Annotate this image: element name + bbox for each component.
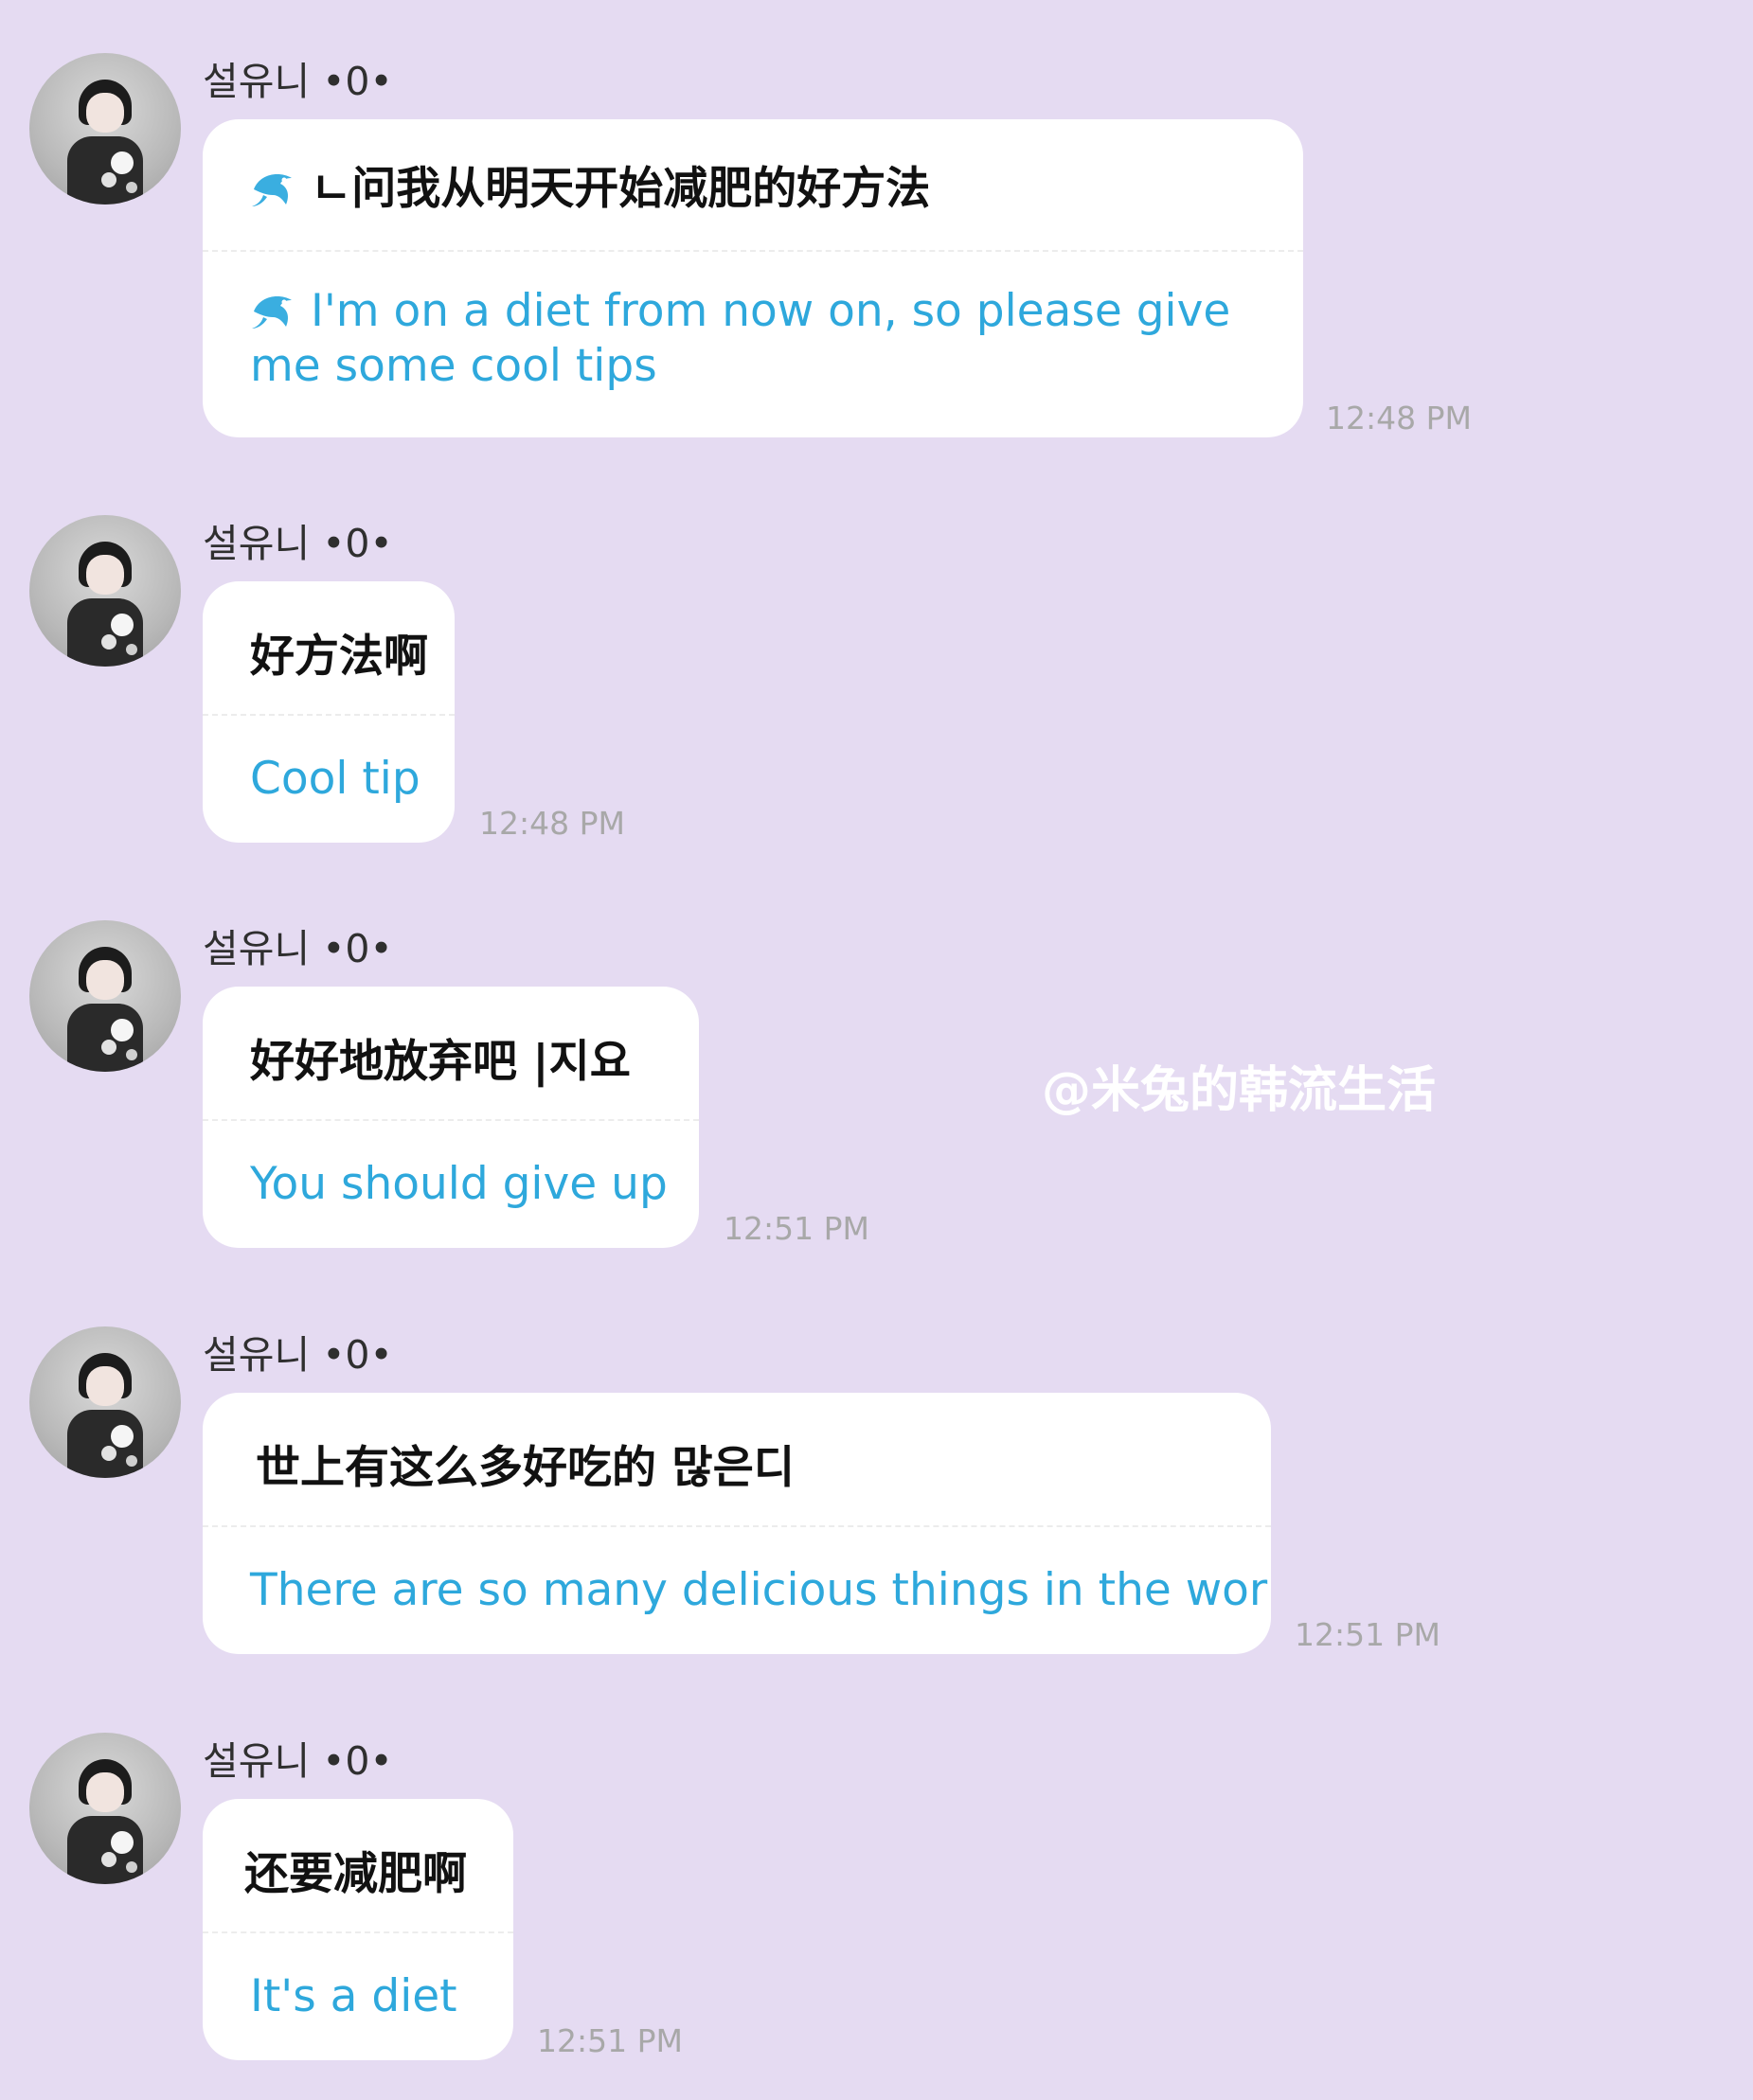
watermark: @米兔的韩流生活: [1042, 1062, 1437, 1119]
message-bubble[interactable]: 世上有这么多好吃的 많은디 There are so many deliciou…: [203, 1393, 1271, 1654]
original-text: ㄴ问我从明天开始减肥的好方法: [250, 161, 930, 218]
dolphin-icon: [252, 173, 292, 206]
bubble-divider: [203, 1525, 1271, 1527]
sender-name: 설유니 •0•: [203, 521, 393, 566]
sender-name: 설유니 •0•: [203, 1738, 393, 1784]
sender-name: 설유니 •0•: [203, 926, 393, 971]
original-text: 好好地放弃吧 |지요: [250, 1036, 632, 1088]
translation-text-content: I'm on a diet from now on, so please giv…: [250, 285, 1231, 392]
translation-text: It's a diet: [250, 1970, 457, 2022]
translation-text: There are so many delicious things in th…: [250, 1564, 1271, 1616]
message-bubble[interactable]: 好好地放弃吧 |지요 You should give up: [203, 987, 699, 1248]
message-time: 12:48 PM: [479, 805, 625, 842]
avatar[interactable]: [29, 53, 181, 205]
avatar[interactable]: [29, 1733, 181, 1884]
bubble-divider: [203, 1119, 699, 1121]
message-bubble[interactable]: 好方法啊 Cool tip: [203, 581, 455, 843]
message-time: 12:51 PM: [724, 1210, 869, 1247]
avatar[interactable]: [29, 515, 181, 667]
sender-name: 설유니 •0•: [203, 59, 393, 104]
avatar[interactable]: [29, 920, 181, 1072]
translation-text: Cool tip: [250, 753, 420, 805]
original-text-content: ㄴ问我从明天开始减肥的好方法: [311, 163, 931, 215]
translation-text: I'm on a diet from now on, so please giv…: [250, 284, 1273, 394]
original-text: 还要减肥啊: [244, 1848, 467, 1900]
message-time: 12:48 PM: [1326, 400, 1472, 436]
original-text: 好方法啊: [250, 631, 428, 683]
message-time: 12:51 PM: [1295, 1616, 1440, 1653]
sender-name: 설유니 •0•: [203, 1332, 393, 1378]
dolphin-icon: [252, 295, 292, 329]
bubble-divider: [203, 714, 455, 716]
avatar[interactable]: [29, 1326, 181, 1478]
message-time: 12:51 PM: [537, 2022, 683, 2059]
translation-text: You should give up: [250, 1158, 668, 1210]
bubble-divider: [203, 250, 1303, 252]
bubble-divider: [203, 1931, 513, 1933]
message-bubble[interactable]: ㄴ问我从明天开始减肥的好方法 I'm on a diet from now on…: [203, 119, 1303, 437]
original-text: 世上有这么多好吃的 많은디: [256, 1442, 796, 1494]
message-bubble[interactable]: 还要减肥啊 It's a diet: [203, 1799, 513, 2060]
